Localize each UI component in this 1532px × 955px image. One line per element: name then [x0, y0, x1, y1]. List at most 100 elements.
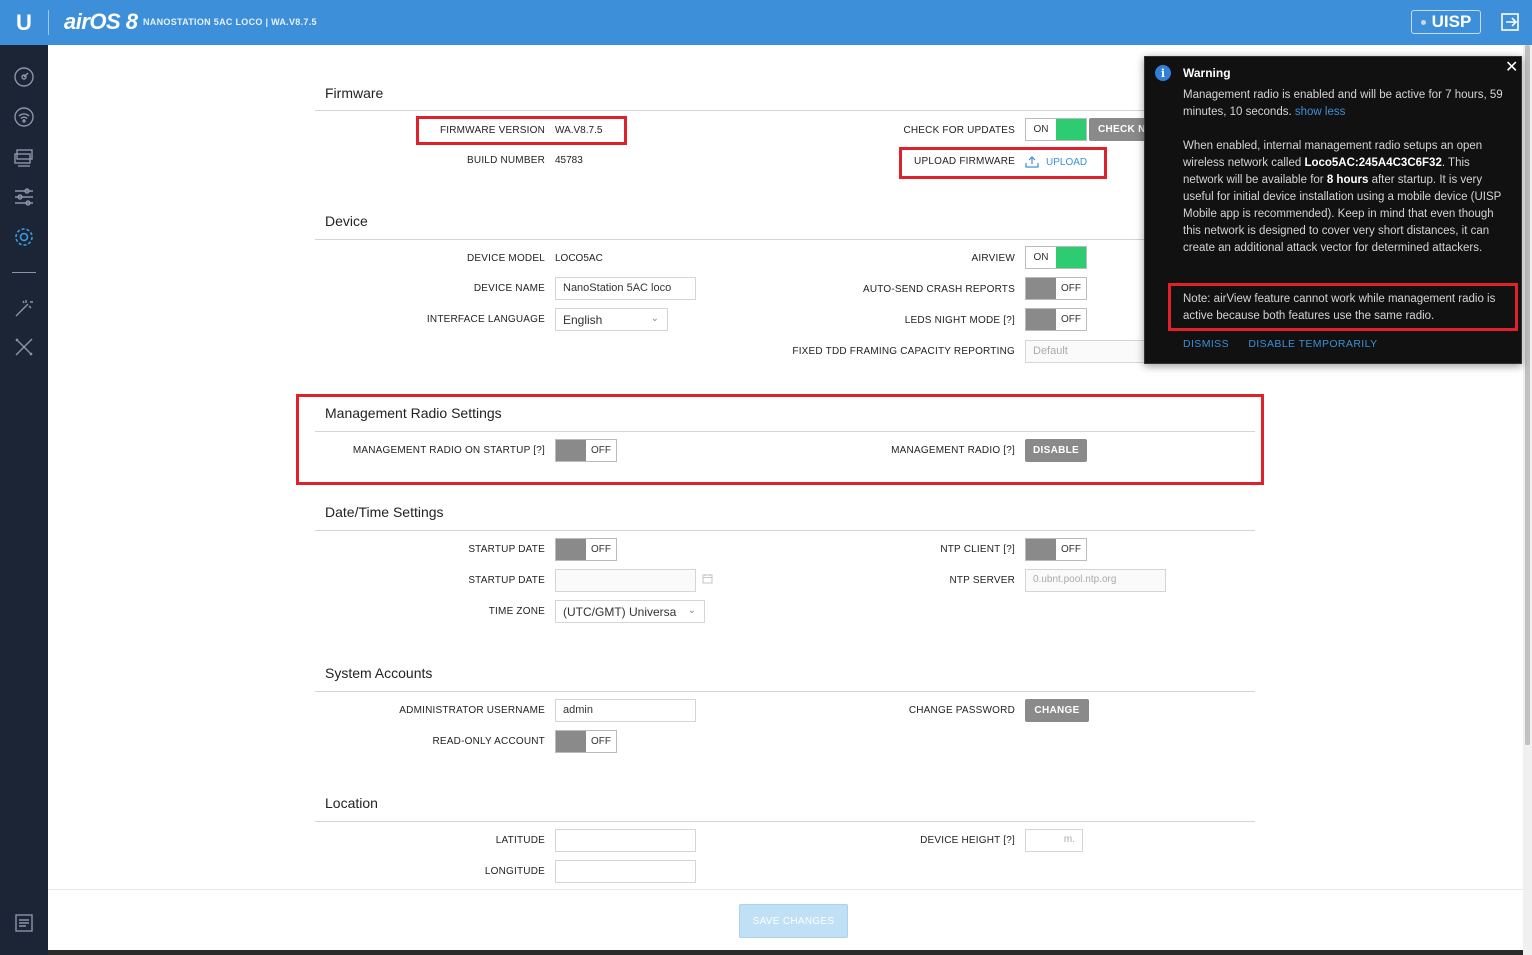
- toggle-off-indicator: [556, 440, 586, 461]
- services-icon[interactable]: [13, 186, 35, 208]
- logout-icon[interactable]: [1500, 12, 1520, 32]
- device-divider: [315, 239, 1255, 240]
- datetime-divider: [315, 530, 1255, 531]
- save-changes-button[interactable]: SAVE CHANGES: [739, 904, 848, 938]
- toggle-off-indicator: [1026, 539, 1056, 560]
- latitude-input[interactable]: [555, 829, 696, 852]
- device-height-input[interactable]: m.: [1025, 829, 1083, 852]
- warning-line1: Management radio is enabled and will be …: [1183, 87, 1503, 121]
- system-icon[interactable]: [13, 226, 35, 248]
- sidebar: [0, 45, 48, 955]
- ntp-client-label: NTP CLIENT [?]: [940, 544, 1015, 555]
- warning-hours: 8 hours: [1326, 174, 1369, 186]
- toggle-off-indicator: [1026, 278, 1056, 299]
- tools-icon[interactable]: [13, 336, 35, 358]
- build-number-value: 45783: [555, 155, 583, 166]
- ubiquiti-logo[interactable]: U: [0, 0, 48, 45]
- longitude-label: LONGITUDE: [484, 866, 545, 877]
- toggle-off-indicator: [556, 539, 586, 560]
- leds-night-mode-label: LEDS NIGHT MODE [?]: [904, 315, 1015, 326]
- mgmt-radio-disable-button[interactable]: DISABLE: [1025, 439, 1087, 462]
- highlight-firmware-version: [416, 116, 627, 145]
- tools-wand-icon[interactable]: [13, 297, 35, 319]
- toggle-off-indicator: [556, 731, 586, 752]
- mgmt-radio-startup-toggle[interactable]: OFF: [555, 439, 617, 462]
- toggle-off-indicator: [1026, 309, 1056, 330]
- location-divider: [315, 821, 1255, 822]
- airview-toggle[interactable]: ON: [1025, 246, 1087, 269]
- calendar-icon[interactable]: [702, 573, 713, 584]
- startup-date-label: STARTUP DATE: [468, 575, 545, 586]
- device-height-label: DEVICE HEIGHT [?]: [920, 835, 1015, 846]
- toggle-on-indicator: [1056, 247, 1086, 268]
- log-icon[interactable]: [13, 912, 35, 934]
- language-selected: English: [563, 313, 603, 327]
- toggle-off-label: OFF: [1056, 309, 1086, 330]
- page-scrollbar[interactable]: [1523, 45, 1532, 955]
- warning-paragraph: When enabled, internal management radio …: [1183, 138, 1503, 257]
- accounts-divider: [315, 691, 1255, 692]
- network-icon[interactable]: [13, 146, 35, 168]
- warning-title: Warning: [1183, 66, 1231, 80]
- check-updates-toggle[interactable]: ON: [1025, 118, 1087, 141]
- change-password-label: CHANGE PASSWORD: [908, 705, 1015, 716]
- tdd-framing-select[interactable]: Default: [1025, 340, 1145, 363]
- time-zone-label: TIME ZONE: [488, 606, 545, 617]
- uisp-button[interactable]: UISP: [1411, 10, 1481, 34]
- admin-username-input[interactable]: admin: [555, 699, 696, 722]
- startup-date-input[interactable]: [555, 569, 696, 592]
- check-now-button[interactable]: CHECK N: [1089, 118, 1149, 141]
- time-zone-selected: (UTC/GMT) Universa: [563, 605, 677, 619]
- mgmt-radio-startup-label: MANAGEMENT RADIO ON STARTUP [?]: [352, 445, 545, 456]
- toggle-off-label: OFF: [586, 440, 616, 461]
- header-separator: [48, 10, 49, 35]
- toggle-off-label: OFF: [586, 731, 616, 752]
- firmware-divider: [315, 110, 1255, 111]
- accounts-section-title: System Accounts: [325, 665, 433, 681]
- toggle-off-label: OFF: [586, 539, 616, 560]
- warning-popup: i Warning ✕ Management radio is enabled …: [1144, 56, 1522, 364]
- highlight-note: [1168, 283, 1518, 331]
- device-section-title: Device: [325, 213, 368, 229]
- ntp-client-toggle[interactable]: OFF: [1025, 538, 1087, 561]
- location-section-title: Location: [325, 795, 378, 811]
- device-subtitle: NANOSTATION 5AC LOCO | WA.V8.7.5: [143, 17, 317, 27]
- toggle-on-label: ON: [1026, 119, 1056, 140]
- readonly-account-toggle[interactable]: OFF: [555, 730, 617, 753]
- disable-temporarily-button[interactable]: DISABLE TEMPORARILY: [1248, 338, 1377, 350]
- interface-language-select[interactable]: English ⌄: [555, 308, 668, 331]
- toggle-on-indicator: [1056, 119, 1086, 140]
- interface-language-label: INTERFACE LANGUAGE: [426, 314, 545, 325]
- mgmt-divider: [315, 431, 1255, 432]
- mgmt-section-title: Management Radio Settings: [325, 405, 502, 421]
- build-number-label: BUILD NUMBER: [467, 155, 545, 166]
- leds-night-mode-toggle[interactable]: OFF: [1025, 308, 1087, 331]
- device-model-label: DEVICE MODEL: [467, 253, 545, 264]
- scrollbar-thumb[interactable]: [1525, 45, 1530, 745]
- longitude-input[interactable]: [555, 860, 696, 883]
- uisp-status-dot: [1420, 19, 1426, 25]
- toggle-off-label: OFF: [1056, 278, 1086, 299]
- ntp-server-input[interactable]: 0.ubnt.pool.ntp.org: [1025, 569, 1166, 592]
- wireless-icon[interactable]: [13, 106, 35, 128]
- airos-brand: airOS 8: [64, 9, 138, 34]
- change-password-button[interactable]: CHANGE: [1025, 699, 1089, 722]
- dashboard-icon[interactable]: [13, 66, 35, 88]
- device-name-input[interactable]: NanoStation 5AC loco: [555, 277, 696, 300]
- dismiss-button[interactable]: DISMISS: [1183, 338, 1229, 350]
- toggle-off-label: OFF: [1056, 539, 1086, 560]
- tdd-framing-label: FIXED TDD FRAMING CAPACITY REPORTING: [792, 346, 1015, 357]
- show-less-link[interactable]: show less: [1295, 106, 1346, 118]
- time-zone-select[interactable]: (UTC/GMT) Universa ⌄: [555, 600, 705, 623]
- warning-para-c: after startup. It is very useful for ini…: [1183, 174, 1502, 254]
- chevron-down-icon: ⌄: [684, 605, 696, 616]
- crash-reports-toggle[interactable]: OFF: [1025, 277, 1087, 300]
- device-model-value: LOCO5AC: [555, 253, 603, 264]
- latitude-label: LATITUDE: [495, 835, 545, 846]
- admin-username-label: ADMINISTRATOR USERNAME: [399, 705, 545, 716]
- bottom-strip: [48, 950, 1523, 955]
- startup-date-toggle[interactable]: OFF: [555, 538, 617, 561]
- close-icon[interactable]: ✕: [1505, 59, 1518, 76]
- airview-label: AIRVIEW: [971, 253, 1015, 264]
- ntp-server-label: NTP SERVER: [949, 575, 1015, 586]
